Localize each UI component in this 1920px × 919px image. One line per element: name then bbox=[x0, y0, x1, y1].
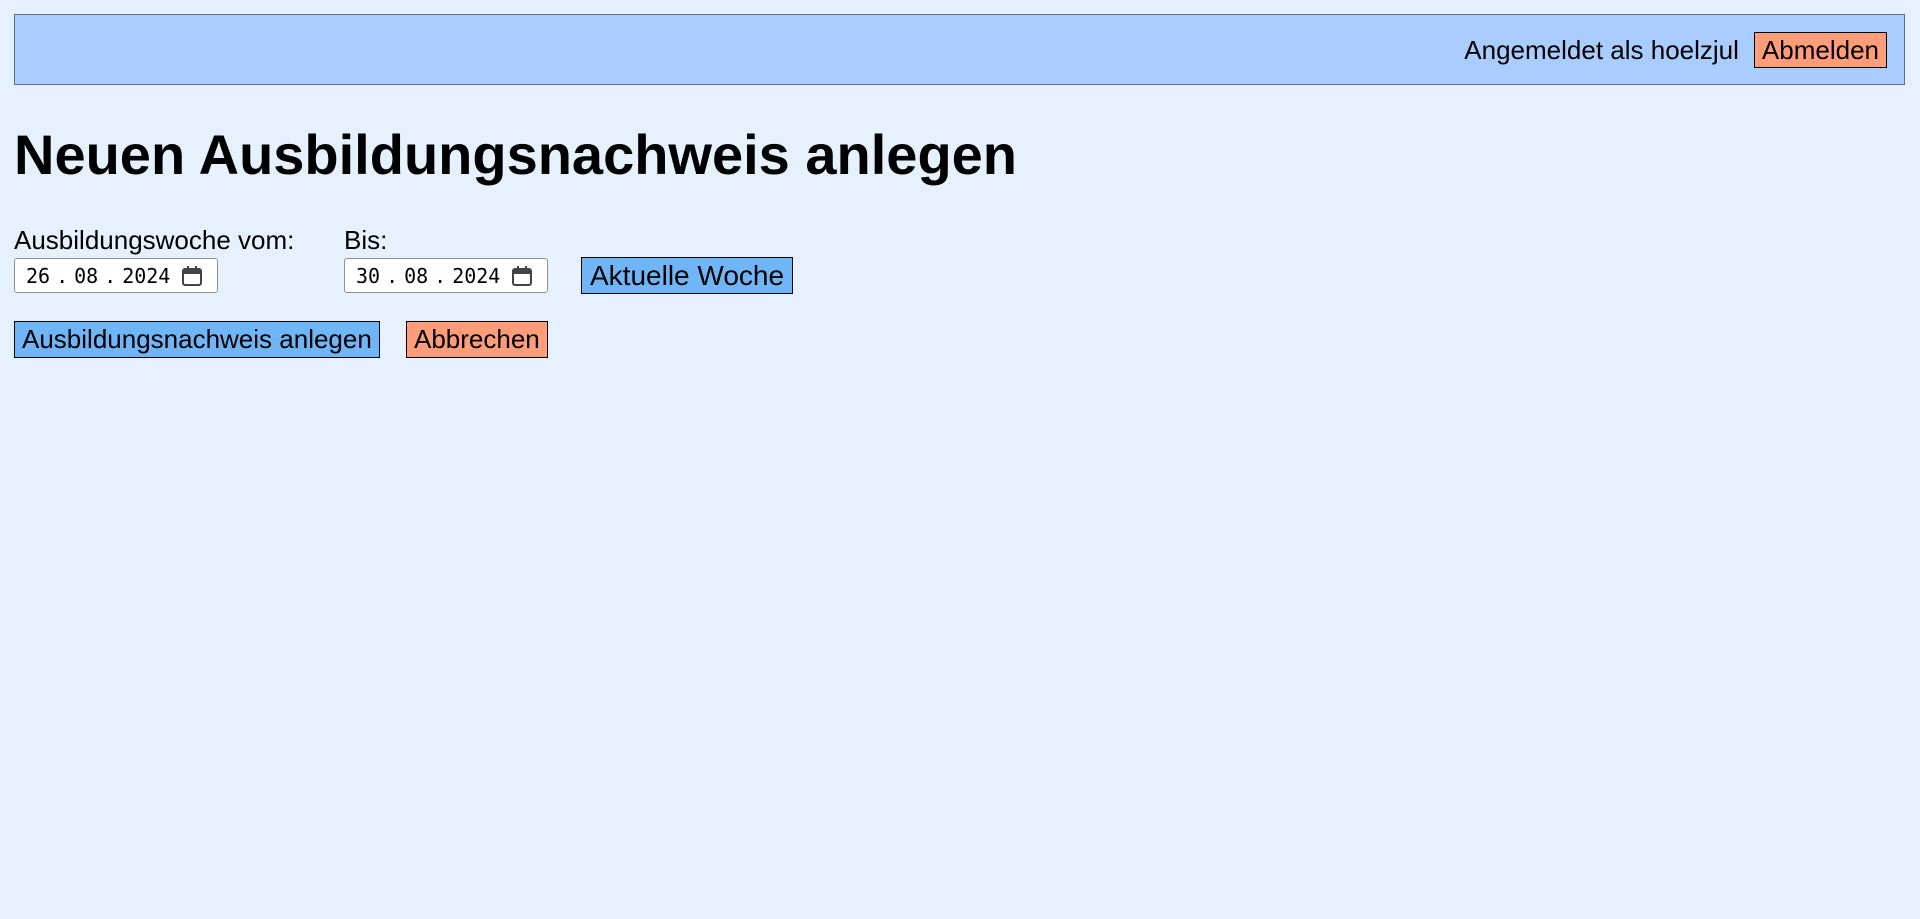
date-separator: . bbox=[56, 263, 69, 288]
calendar-icon[interactable] bbox=[180, 264, 204, 288]
logout-button[interactable]: Abmelden bbox=[1753, 31, 1887, 68]
create-report-button[interactable]: Ausbildungsnachweis anlegen bbox=[14, 321, 380, 358]
week-to-date-input[interactable]: 30 . 08 . 2024 bbox=[344, 258, 548, 293]
week-to-month[interactable]: 08 bbox=[404, 264, 428, 288]
week-from-year[interactable]: 2024 bbox=[122, 264, 170, 288]
week-from-day[interactable]: 26 bbox=[26, 264, 50, 288]
week-from-month[interactable]: 08 bbox=[74, 264, 98, 288]
week-from-label: Ausbildungswoche vom: bbox=[14, 225, 295, 255]
week-to-day[interactable]: 30 bbox=[356, 264, 380, 288]
week-from-date-input[interactable]: 26 . 08 . 2024 bbox=[14, 258, 218, 293]
week-to-year[interactable]: 2024 bbox=[452, 264, 500, 288]
page-title: Neuen Ausbildungsnachweis anlegen bbox=[14, 123, 1017, 186]
current-week-button[interactable]: Aktuelle Woche bbox=[581, 257, 794, 294]
date-separator: . bbox=[104, 263, 117, 288]
week-to-label: Bis: bbox=[344, 225, 388, 255]
date-separator: . bbox=[386, 263, 399, 288]
page: Angemeldet als hoelzjul Abmelden Neuen A… bbox=[0, 0, 1920, 919]
logged-in-user-text: Angemeldet als hoelzjul bbox=[1464, 34, 1739, 65]
date-separator: . bbox=[434, 263, 447, 288]
top-bar: Angemeldet als hoelzjul Abmelden bbox=[14, 14, 1905, 85]
cancel-button[interactable]: Abbrechen bbox=[406, 321, 548, 358]
calendar-icon[interactable] bbox=[510, 264, 534, 288]
